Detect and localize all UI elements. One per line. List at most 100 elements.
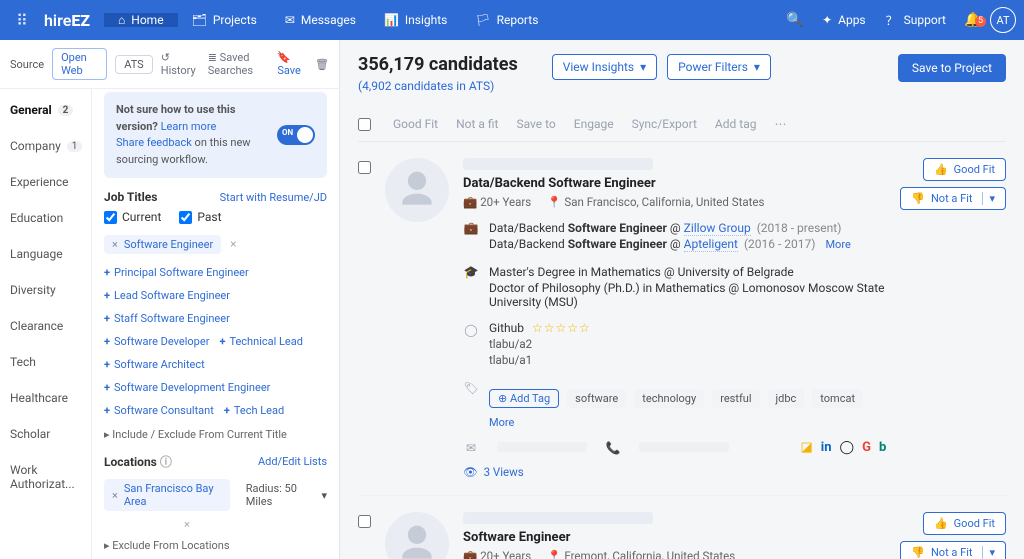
company-link[interactable]: Zillow Group	[684, 221, 751, 236]
location-chip[interactable]: ×San Francisco Bay Area	[104, 479, 230, 511]
chip-remove-icon[interactable]: ×	[112, 238, 118, 251]
apps-button[interactable]: ✦Apps	[812, 13, 876, 27]
tab-healthcare[interactable]: Healthcare	[0, 380, 91, 416]
tag[interactable]: tomcat	[812, 389, 863, 408]
start-resume-link[interactable]: Start with Resume/JD	[220, 191, 327, 204]
phone-icon[interactable]: 📞	[605, 441, 621, 455]
view-insights-button[interactable]: View Insights ▾	[552, 54, 657, 80]
chip-remove-icon[interactable]: ×	[112, 489, 118, 502]
nav-insights[interactable]: 📊Insights	[370, 13, 461, 27]
nav-projects[interactable]: 🗂Projects	[178, 13, 271, 27]
app-launcher-icon[interactable]: ⠿	[8, 11, 36, 30]
nav-reports[interactable]: 🏳Reports	[461, 13, 552, 27]
tag[interactable]: restful	[712, 389, 759, 408]
bulk-good-fit[interactable]: Good Fit	[393, 117, 438, 131]
bulk-sync[interactable]: Sync/Export	[632, 117, 697, 131]
suggest-title[interactable]: +Tech Lead	[224, 404, 284, 417]
select-candidate-checkbox[interactable]	[358, 515, 371, 528]
candidate-name-redacted	[463, 158, 653, 170]
tab-work-auth[interactable]: Work Authorizat...	[0, 452, 91, 502]
save-to-project-button[interactable]: Save to Project	[898, 54, 1006, 82]
github-repo[interactable]: tlabu/a1	[489, 353, 591, 367]
add-tag-button[interactable]: ⊕ Add Tag	[489, 389, 559, 408]
power-filters-button[interactable]: Power Filters ▾	[667, 54, 771, 80]
save-search-link[interactable]: 🔖 Save	[277, 51, 303, 77]
not-fit-button[interactable]: 👎Not a Fit▾	[900, 541, 1006, 559]
saved-searches-link[interactable]: ≣ Saved Searches	[208, 51, 266, 77]
candidate-title[interactable]: Data/Backend Software Engineer	[463, 176, 886, 191]
suggest-title[interactable]: +Software Development Engineer	[104, 381, 270, 394]
tab-education[interactable]: Education	[0, 200, 91, 236]
bulk-engage[interactable]: Engage	[574, 117, 614, 131]
clear-locations-icon[interactable]: ×	[184, 518, 327, 531]
views-count[interactable]: 👁3 Views	[463, 465, 886, 479]
add-edit-lists-link[interactable]: Add/Edit Lists	[258, 455, 327, 468]
suggest-title[interactable]: +Principal Software Engineer	[104, 266, 249, 279]
current-checkbox[interactable]: Current	[104, 210, 161, 224]
tab-scholar[interactable]: Scholar	[0, 416, 91, 452]
suggest-title[interactable]: +Software Consultant	[104, 404, 214, 417]
tag[interactable]: jdbc	[768, 389, 805, 408]
candidate-title[interactable]: Software Engineer	[463, 530, 886, 545]
share-feedback-link[interactable]: Share feedback	[116, 136, 192, 149]
tag[interactable]: technology	[634, 389, 704, 408]
good-fit-button[interactable]: 👍Good Fit	[923, 158, 1006, 181]
good-fit-button[interactable]: 👍Good Fit	[923, 512, 1006, 535]
github-icon[interactable]: ◯	[840, 440, 855, 455]
bulk-not-fit[interactable]: Not a fit	[456, 117, 498, 131]
tab-company[interactable]: Company1	[0, 128, 91, 164]
support-button[interactable]: ？Support	[876, 12, 956, 29]
nav-home[interactable]: ⌂Home	[104, 13, 178, 27]
job-title-chip[interactable]: ×Software Engineer	[104, 235, 221, 254]
avatar[interactable]	[385, 158, 449, 222]
envelope-icon[interactable]: ✉	[463, 441, 479, 455]
source-openweb[interactable]: Open Web	[52, 48, 107, 80]
select-all-checkbox[interactable]	[358, 118, 371, 131]
bulk-save-to[interactable]: Save to	[516, 117, 555, 131]
bulk-add-tag[interactable]: Add tag	[715, 117, 757, 131]
select-candidate-checkbox[interactable]	[358, 161, 371, 174]
delete-icon[interactable]: 🗑	[315, 58, 329, 71]
version-toggle[interactable]: ON	[277, 125, 315, 145]
more-icon[interactable]: ⋯	[774, 117, 786, 131]
company-link[interactable]: Apteligent	[684, 237, 738, 252]
tab-experience[interactable]: Experience	[0, 164, 91, 200]
social-icon[interactable]: ◪	[800, 440, 812, 455]
bing-icon[interactable]: b	[879, 440, 886, 455]
user-avatar[interactable]: AT	[990, 7, 1016, 33]
suggest-title[interactable]: +Lead Software Engineer	[104, 289, 230, 302]
include-exclude-title[interactable]: ▸ Include / Exclude From Current Title	[104, 428, 327, 441]
tab-general[interactable]: General2	[0, 92, 91, 128]
search-icon[interactable]: 🔍	[778, 12, 812, 28]
exclude-locations[interactable]: ▸ Exclude From Locations	[104, 539, 327, 552]
logo[interactable]: hireEZ	[36, 11, 98, 30]
clear-titles-icon[interactable]: ×	[230, 237, 236, 251]
source-ats[interactable]: ATS	[115, 55, 153, 74]
chevron-down-icon[interactable]: ▾	[982, 192, 995, 205]
radius-select[interactable]: Radius: 50 Miles ▾	[246, 482, 327, 508]
tag[interactable]: software	[567, 389, 626, 408]
learn-more-link[interactable]: Learn more	[161, 120, 217, 133]
past-checkbox[interactable]: Past	[179, 210, 221, 224]
info-icon[interactable]: ⓘ	[160, 455, 172, 469]
suggest-title[interactable]: +Technical Lead	[219, 335, 303, 348]
tab-tech[interactable]: Tech	[0, 344, 91, 380]
tab-language[interactable]: Language	[0, 236, 91, 272]
more-tags-link[interactable]: More	[489, 416, 514, 429]
suggest-title[interactable]: +Software Developer	[104, 335, 209, 348]
suggest-title[interactable]: +Software Architect	[104, 358, 205, 371]
suggest-title[interactable]: +Staff Software Engineer	[104, 312, 230, 325]
nav-messages[interactable]: ✉Messages	[271, 13, 370, 27]
more-experience-link[interactable]: More	[825, 238, 850, 251]
notifications-button[interactable]: 🔔5	[956, 12, 990, 28]
chevron-down-icon[interactable]: ▾	[982, 546, 995, 559]
tab-diversity[interactable]: Diversity	[0, 272, 91, 308]
results-sub[interactable]: (4,902 candidates in ATS)	[358, 79, 518, 93]
history-link[interactable]: ↺ History	[161, 51, 196, 77]
tab-clearance[interactable]: Clearance	[0, 308, 91, 344]
avatar[interactable]	[385, 512, 449, 559]
not-fit-button[interactable]: 👎Not a Fit▾	[900, 187, 1006, 210]
google-icon[interactable]: G	[862, 440, 871, 455]
github-repo[interactable]: tlabu/a2	[489, 337, 591, 351]
linkedin-icon[interactable]: in	[821, 440, 832, 455]
